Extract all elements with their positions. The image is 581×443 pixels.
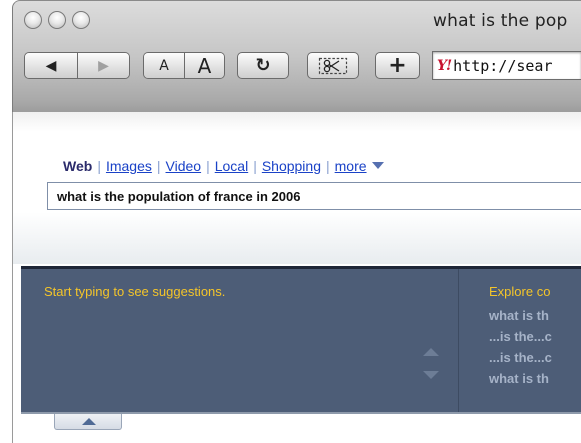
- explore-item[interactable]: what is th: [489, 368, 552, 389]
- back-arrow-icon: ◀: [45, 57, 57, 74]
- yahoo-favicon-icon: Y!: [437, 57, 452, 74]
- tab-video[interactable]: Video: [166, 158, 202, 174]
- text-larger-button[interactable]: A: [183, 53, 224, 78]
- scroll-up-arrow-icon[interactable]: [423, 348, 439, 356]
- chevron-up-icon: [82, 418, 96, 425]
- panel-divider: [458, 269, 459, 412]
- chevron-down-icon[interactable]: [371, 162, 384, 169]
- tab-more[interactable]: more: [335, 158, 367, 174]
- explore-item[interactable]: what is th: [489, 305, 552, 326]
- back-button[interactable]: ◀: [25, 53, 77, 78]
- explore-item[interactable]: ...is the...c: [489, 347, 552, 368]
- text-smaller-button[interactable]: A: [144, 53, 184, 78]
- forward-button[interactable]: ▶: [76, 53, 129, 78]
- collapse-assist-button[interactable]: [54, 414, 122, 430]
- search-verticals: Web | Images | Video | Local | Shopping | more: [63, 158, 384, 174]
- close-window-button[interactable]: [24, 11, 42, 29]
- add-bookmark-button[interactable]: +: [375, 52, 420, 79]
- reload-button[interactable]: ↻: [237, 52, 289, 79]
- address-text: http://sear: [453, 56, 553, 75]
- explore-list: what is th ...is the...c ...is the...c w…: [489, 305, 552, 389]
- search-band: [13, 212, 581, 264]
- separator: |: [253, 158, 257, 174]
- web-page: Web | Images | Video | Local | Shopping | more wha…: [12, 112, 581, 443]
- explore-concepts-title: Explore co: [489, 284, 551, 299]
- scroll-down-arrow-icon[interactable]: [423, 371, 439, 379]
- snip-button[interactable]: [307, 52, 359, 79]
- scissors-icon: [318, 57, 348, 74]
- suggestions-hint: Start typing to see suggestions.: [44, 284, 226, 299]
- forward-arrow-icon: ▶: [98, 57, 109, 74]
- separator: |: [206, 158, 210, 174]
- separator: |: [97, 158, 101, 174]
- page-top-shade: [13, 112, 581, 132]
- back-forward-group: ◀ ▶: [24, 52, 130, 79]
- search-input[interactable]: what is the population of france in 2006: [47, 182, 581, 210]
- separator: |: [156, 158, 161, 174]
- separator: |: [326, 158, 330, 174]
- explore-item[interactable]: ...is the...c: [489, 326, 552, 347]
- zoom-window-button[interactable]: [72, 11, 90, 29]
- reload-icon: ↻: [255, 55, 271, 76]
- text-size-group: A A: [143, 52, 225, 79]
- window-title: what is the pop: [433, 11, 568, 31]
- tab-shopping[interactable]: Shopping: [262, 158, 321, 174]
- tab-images[interactable]: Images: [106, 158, 152, 174]
- tab-local[interactable]: Local: [215, 158, 248, 174]
- search-assist-panel: Start typing to see suggestions. Explore…: [21, 266, 581, 412]
- search-query-text: what is the population of france in 2006: [57, 188, 301, 204]
- minimize-window-button[interactable]: [48, 11, 66, 29]
- address-bar[interactable]: Y! http://sear: [432, 51, 581, 80]
- tab-web[interactable]: Web: [63, 158, 92, 174]
